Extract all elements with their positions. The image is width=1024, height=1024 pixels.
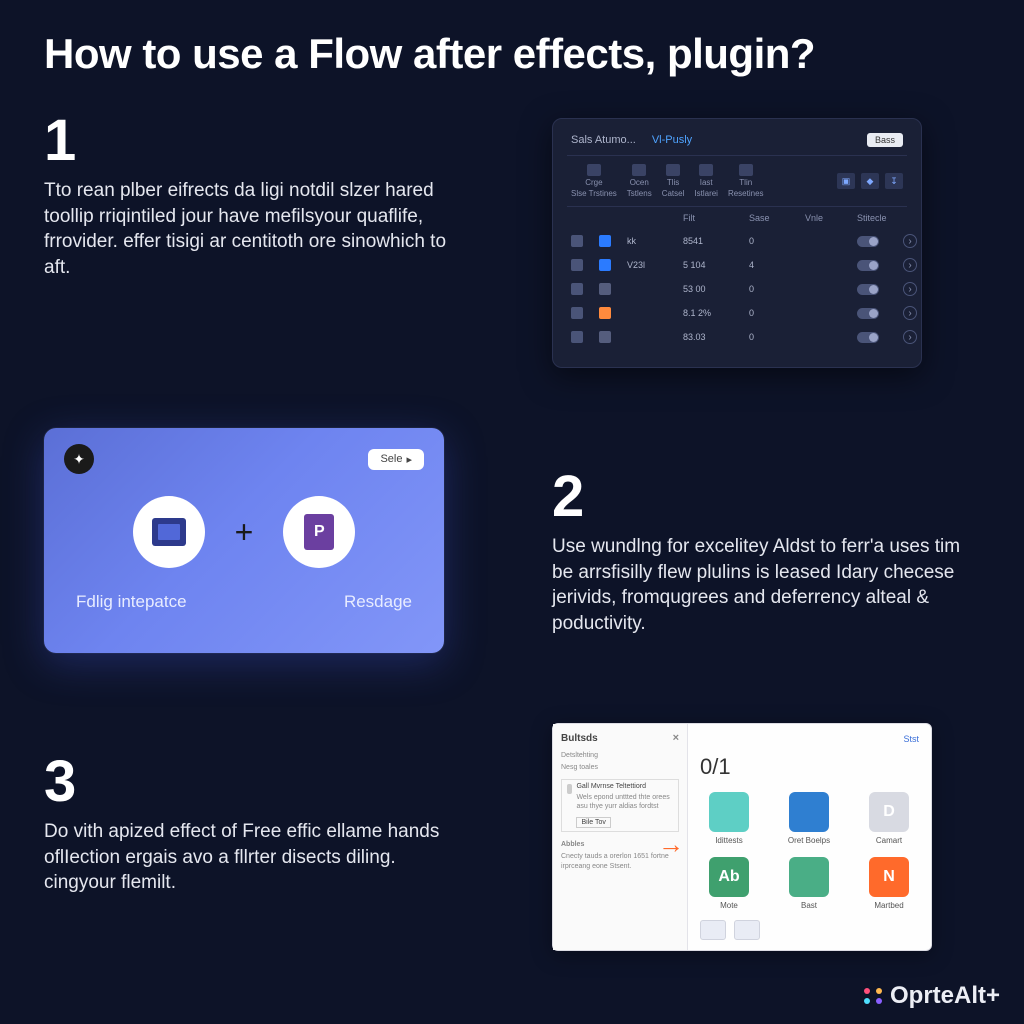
- step-2-number: 2: [552, 468, 980, 526]
- info-box: Gall Mvrnse Teltettiord Wels epond unttt…: [561, 779, 679, 832]
- table-row[interactable]: 53 00 0 ›: [567, 277, 907, 301]
- close-icon[interactable]: ×: [673, 732, 679, 744]
- toggle[interactable]: [857, 308, 879, 319]
- plus-icon: +: [235, 514, 254, 551]
- toggle[interactable]: [857, 260, 879, 271]
- gradient-card: ✦ Sele▸ + P Fdlig intepatce Resdage: [44, 428, 444, 653]
- app-window-dark: Sals Atumo... Vl-Pusly Bass CrgeSlse Trs…: [552, 118, 922, 368]
- row-icon: [571, 307, 583, 319]
- tb-icon[interactable]: [587, 164, 601, 176]
- app-tile[interactable]: D Camart: [860, 792, 918, 845]
- table-row[interactable]: V23l 5 104 4 ›: [567, 253, 907, 277]
- step-1-number: 1: [44, 112, 472, 170]
- tile-icon: N: [869, 857, 909, 897]
- table-row[interactable]: 8.1 2% 0 ›: [567, 301, 907, 325]
- row-icon: [599, 307, 611, 319]
- screen-icon: [152, 518, 186, 546]
- action-icon[interactable]: ◆: [861, 173, 879, 189]
- more-icon[interactable]: ›: [903, 258, 917, 272]
- table-header: Filt Sase Vnle Stitecle: [567, 207, 907, 229]
- app-tile[interactable]: Bast: [780, 857, 838, 910]
- chip-sele[interactable]: Sele▸: [368, 449, 424, 470]
- tab-vl[interactable]: Vl-Pusly: [652, 134, 692, 146]
- step-3: 3 Do vith apized effect of Free effic el…: [44, 753, 472, 951]
- arrow-icon: →: [658, 829, 684, 860]
- more-icon[interactable]: ›: [903, 234, 917, 248]
- row-icon: [599, 283, 611, 295]
- action-icon[interactable]: ▣: [837, 173, 855, 189]
- row-icon: [571, 283, 583, 295]
- step-2: 2 Use wundlng for excelitey Aldst to fer…: [552, 468, 980, 653]
- counter: 0/1: [700, 754, 919, 780]
- badge-bass[interactable]: Bass: [867, 133, 903, 147]
- more-icon[interactable]: ›: [903, 282, 917, 296]
- action-icon[interactable]: ↧: [885, 173, 903, 189]
- tile-icon: Ab: [709, 857, 749, 897]
- more-icon[interactable]: ›: [903, 330, 917, 344]
- row-icon: [571, 331, 583, 343]
- table-row[interactable]: 83.03 0 ›: [567, 325, 907, 349]
- step-1: 1 Tto rean plber eifrects da ligi notdil…: [44, 112, 472, 368]
- small-tile[interactable]: [700, 920, 726, 940]
- tb-icon[interactable]: [632, 164, 646, 176]
- btn-bile[interactable]: Bile Tov: [576, 817, 610, 828]
- tile-icon: [709, 792, 749, 832]
- tab-sales[interactable]: Sals Atumo...: [571, 134, 636, 146]
- main-pane: Stst 0/1 Idittests Oret Boelps D Camart Ab…: [688, 724, 931, 950]
- toolbar: CrgeSlse Trstines OcenTstlens TlisCatsel…: [567, 156, 907, 207]
- step-3-text: Do vith apized effect of Free effic ella…: [44, 819, 464, 896]
- app-tile[interactable]: Ab Mote: [700, 857, 758, 910]
- tile-icon: D: [869, 792, 909, 832]
- row-icon: [599, 235, 611, 247]
- brand-logo: OprteAlt+: [864, 982, 1000, 1010]
- step-3-number: 3: [44, 753, 472, 811]
- app-circle-1: [133, 496, 205, 568]
- toggle[interactable]: [857, 236, 879, 247]
- card-label-1: Fdlig intepatce: [76, 592, 187, 612]
- link-stst[interactable]: Stst: [903, 734, 919, 744]
- app-window-light: Bultsds × Detsltehting Nesg toales Gall …: [552, 723, 932, 951]
- tile-icon: [789, 857, 829, 897]
- app-tile[interactable]: Idittests: [700, 792, 758, 845]
- row-icon: [571, 259, 583, 271]
- small-tile[interactable]: [734, 920, 760, 940]
- app-tile[interactable]: N Martbed: [860, 857, 918, 910]
- toggle[interactable]: [857, 284, 879, 295]
- app-circle-2: P: [283, 496, 355, 568]
- more-icon[interactable]: ›: [903, 306, 917, 320]
- row-icon: [599, 331, 611, 343]
- tb-icon[interactable]: [739, 164, 753, 176]
- app-tile[interactable]: Oret Boelps: [780, 792, 838, 845]
- row-icon: [599, 259, 611, 271]
- toggle[interactable]: [857, 332, 879, 343]
- table-row[interactable]: kk 8541 0 ›: [567, 229, 907, 253]
- tb-icon[interactable]: [666, 164, 680, 176]
- card-label-2: Resdage: [344, 592, 412, 612]
- step-1-text: Tto rean plber eifrects da ligi notdil s…: [44, 178, 464, 281]
- page-title: How to use a Flow after effects, plugin?: [44, 30, 980, 78]
- avatar-icon: ✦: [64, 444, 94, 474]
- row-icon: [571, 235, 583, 247]
- p-icon: P: [304, 514, 334, 550]
- tile-icon: [789, 792, 829, 832]
- sidebar-title: Bultsds: [561, 733, 598, 744]
- step-2-text: Use wundlng for excelitey Aldst to ferr'…: [552, 534, 972, 637]
- tb-icon[interactable]: [699, 164, 713, 176]
